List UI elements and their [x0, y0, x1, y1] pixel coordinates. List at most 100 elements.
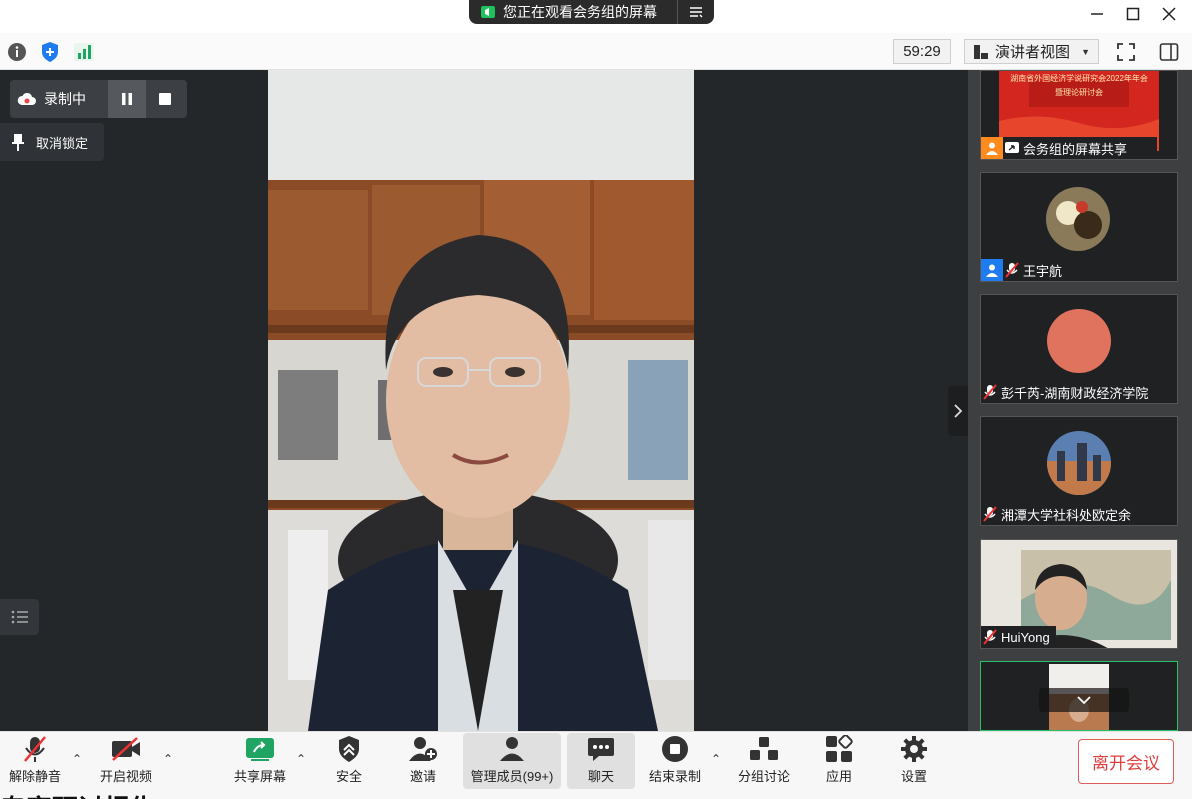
- participant-name-bar: 彭千芮-湖南财政经济学院: [981, 381, 1155, 403]
- apps-button[interactable]: 应用: [816, 733, 862, 789]
- list-icon: [11, 610, 28, 624]
- chevron-down-icon: ▼: [1081, 46, 1090, 57]
- banner-menu-icon[interactable]: [678, 0, 714, 24]
- participant-avatar: [1047, 431, 1111, 495]
- muted-mic-icon: [981, 505, 999, 523]
- participant-name-bar: 湘潭大学社科处欧定余: [981, 503, 1138, 525]
- participant-name-bar: 王宇航: [981, 259, 1069, 281]
- security-shield-icon: [337, 734, 361, 764]
- chat-label: 聊天: [587, 769, 614, 784]
- muted-mic-icon: [981, 383, 999, 401]
- fullscreen-icon[interactable]: [1114, 40, 1138, 64]
- participant-name-bar: HuiYong: [981, 626, 1056, 648]
- participant-name: 会务组的屏幕共享: [1023, 141, 1128, 157]
- unpin-button[interactable]: 取消锁定: [0, 123, 104, 161]
- participant-tile-video[interactable]: HuiYong: [980, 539, 1178, 649]
- muted-mic-icon: [981, 628, 999, 646]
- speaker-video-image: [268, 70, 694, 731]
- share-screen-icon: [1003, 139, 1021, 157]
- recording-label: 录制中: [44, 91, 86, 107]
- chat-button[interactable]: 聊天: [567, 733, 635, 789]
- slide-title: 湖南省外国经济学说研究会2022年年会: [1010, 74, 1148, 83]
- apps-label: 应用: [825, 769, 852, 784]
- active-speaker-video: [268, 70, 694, 731]
- collapse-panel-button[interactable]: [948, 386, 968, 436]
- security-button[interactable]: 安全: [326, 733, 372, 789]
- apps-grid-icon: [825, 734, 853, 764]
- audio-options-chevron-icon[interactable]: ⌃: [72, 752, 82, 766]
- signal-strength-icon[interactable]: [72, 40, 96, 64]
- chevron-down-icon: [1077, 696, 1091, 705]
- list-view-button[interactable]: [0, 599, 39, 635]
- video-off-icon: [110, 734, 142, 764]
- screen-share-banner[interactable]: 您正在观看会务组的屏幕: [469, 0, 714, 24]
- minimize-button[interactable]: [1084, 4, 1110, 24]
- stop-recording-toolbar-button[interactable]: 结束录制: [644, 733, 706, 789]
- share-screen-button[interactable]: 共享屏幕: [228, 733, 292, 789]
- stop-recording-button[interactable]: [146, 80, 184, 118]
- add-user-icon: [409, 734, 437, 764]
- meeting-timer: 59:29: [893, 39, 951, 64]
- chat-bubble-icon: [587, 734, 615, 764]
- settings-button[interactable]: 设置: [891, 733, 937, 789]
- participant-name: 彭千芮-湖南财政经济学院: [1001, 385, 1149, 401]
- cloud-recording-icon: [10, 92, 44, 106]
- gear-icon: [900, 734, 928, 764]
- muted-mic-icon: [22, 734, 48, 764]
- participant-avatar: [1047, 309, 1111, 373]
- unmute-button[interactable]: 解除静音: [4, 733, 66, 789]
- participant-name: 湘潭大学社科处欧定余: [1001, 507, 1132, 523]
- participant-name: 王宇航: [1023, 263, 1063, 279]
- unpin-label: 取消锁定: [36, 135, 89, 151]
- manage-participants-button[interactable]: 管理成员(99+): [463, 733, 561, 789]
- share-screen-icon: [245, 734, 275, 764]
- invite-button[interactable]: 邀请: [400, 733, 446, 789]
- participant-tile[interactable]: 王宇航: [980, 172, 1178, 282]
- breakout-rooms-icon: [749, 734, 779, 764]
- leave-meeting-button[interactable]: 离开会议: [1078, 739, 1174, 784]
- participant-name: HuiYong: [1001, 629, 1050, 645]
- user-avatar-icon: [981, 137, 1003, 159]
- close-button[interactable]: [1156, 4, 1182, 24]
- pause-icon: [122, 93, 132, 105]
- participant-tile-screen-share[interactable]: 湖南省外国经济学说研究会2022年年会 暨理论研讨会 会务组的屏幕共享: [980, 70, 1178, 160]
- participant-tile[interactable]: 湘潭大学社科处欧定余: [980, 416, 1178, 526]
- scroll-down-button[interactable]: [1039, 688, 1129, 712]
- stop-record-icon: [661, 734, 689, 764]
- recording-options-chevron-icon[interactable]: ⌃: [711, 752, 721, 766]
- participant-name-bar: 会务组的屏幕共享: [981, 137, 1157, 159]
- recording-status: 录制中: [10, 80, 187, 118]
- pause-recording-button[interactable]: [108, 80, 146, 118]
- background-document-text: 专家研讨报告: [0, 789, 200, 799]
- breakout-rooms-label: 分组讨论: [737, 769, 790, 784]
- video-options-chevron-icon[interactable]: ⌃: [163, 752, 173, 766]
- maximize-button[interactable]: [1120, 4, 1146, 24]
- participants-icon: [498, 734, 526, 764]
- stop-icon: [159, 93, 171, 105]
- start-video-button[interactable]: 开启视频: [94, 733, 158, 789]
- slide-subtitle: 暨理论研讨会: [1055, 88, 1103, 97]
- screen-share-banner-text: 您正在观看会务组的屏幕: [503, 4, 657, 20]
- breakout-rooms-button[interactable]: 分组讨论: [734, 733, 794, 789]
- manage-participants-label: 管理成员(99+): [470, 769, 554, 784]
- pin-icon: [0, 133, 36, 151]
- security-label: 安全: [335, 769, 362, 784]
- stop-recording-label: 结束录制: [648, 769, 701, 784]
- participant-tile-active[interactable]: [980, 661, 1178, 731]
- screen-share-icon: [481, 6, 495, 18]
- speaker-view-icon: [974, 44, 988, 59]
- encryption-shield-icon[interactable]: [38, 40, 62, 64]
- unmute-label: 解除静音: [8, 769, 61, 784]
- share-options-chevron-icon[interactable]: ⌃: [296, 752, 306, 766]
- start-video-label: 开启视频: [99, 769, 152, 784]
- chevron-right-icon: [954, 404, 963, 418]
- side-panel-toggle-icon[interactable]: [1157, 40, 1181, 64]
- muted-mic-icon: [1003, 261, 1021, 279]
- view-mode-dropdown[interactable]: 演讲者视图 ▼: [964, 39, 1099, 64]
- participant-tile[interactable]: 彭千芮-湖南财政经济学院: [980, 294, 1178, 404]
- invite-label: 邀请: [409, 769, 436, 784]
- user-avatar-icon: [981, 259, 1003, 281]
- info-icon[interactable]: [5, 40, 29, 64]
- view-mode-label: 演讲者视图: [995, 44, 1071, 61]
- participant-avatar: [1046, 187, 1110, 251]
